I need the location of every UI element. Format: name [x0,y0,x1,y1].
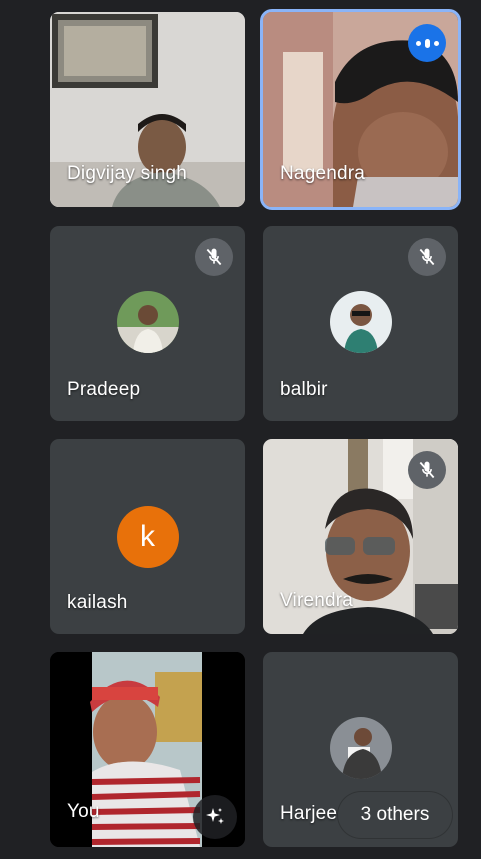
participant-tile-balbir[interactable]: balbir [263,226,458,421]
avatar [329,291,392,353]
participant-tile-others[interactable]: Harjee 3 others [263,652,458,847]
avatar [329,717,392,779]
participant-name: kailash [67,592,128,613]
participant-name: You [67,801,100,822]
mic-off-icon [408,451,446,489]
participant-name: Pradeep [67,379,141,400]
sparkle-effects-icon[interactable] [193,795,237,839]
participant-tile-pradeep[interactable]: Pradeep [50,226,245,421]
participant-tile-virendra[interactable]: Virendra [263,439,458,634]
self-view-tile[interactable]: You [50,652,245,847]
mic-off-icon [195,238,233,276]
participant-name: Virendra [280,590,354,611]
mic-off-icon [408,238,446,276]
participant-tile-kailash[interactable]: k kailash [50,439,245,634]
participant-name: Nagendra [280,163,366,184]
audio-level-icon [408,24,446,62]
participant-name: Harjee [280,803,338,824]
others-count-button[interactable]: 3 others [338,792,452,838]
participant-tile-digvijay[interactable]: Digvijay singh [50,12,245,207]
avatar: k [116,506,179,568]
participant-tile-nagendra[interactable]: Nagendra [260,9,461,210]
participant-name: balbir [280,379,328,400]
participant-name: Digvijay singh [67,163,188,184]
avatar [116,291,179,353]
